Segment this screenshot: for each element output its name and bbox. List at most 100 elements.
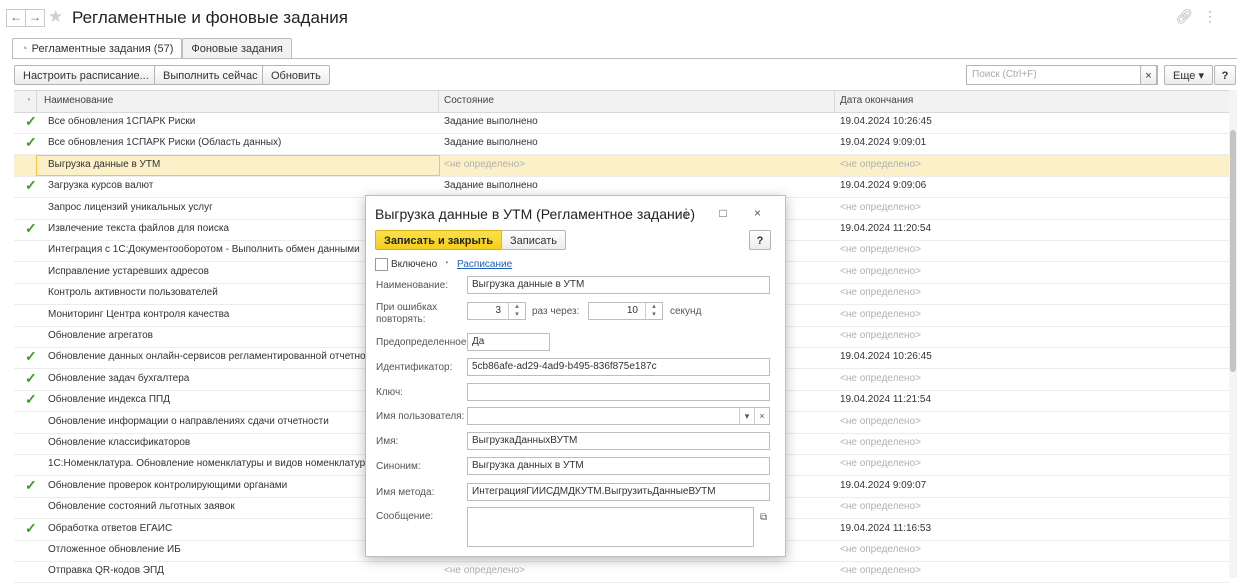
retry-interval-field[interactable]: 10 ▴ ▾ xyxy=(588,302,663,320)
page-title: Регламентные и фоновые задания xyxy=(72,8,348,27)
tabs: ◔ Регламентные задания (57) Фоновые задан… xyxy=(12,38,292,59)
identifier-field[interactable]: 5cb86afe-ad29-4ad9-b495-836f875e187c xyxy=(467,358,770,376)
cell-name: Выгрузка данные в УТМ xyxy=(48,159,161,170)
checkmark-icon: ✓ xyxy=(25,177,37,193)
cell-end-date: <не определено> xyxy=(840,544,921,555)
cell-end-date: <не определено> xyxy=(840,416,921,427)
method-name-label: Имя метода: xyxy=(376,487,435,498)
save-button[interactable]: Записать xyxy=(501,230,567,250)
retry-times-label: раз через: xyxy=(532,306,580,317)
favorite-star-icon[interactable]: ★ xyxy=(48,7,63,27)
back-arrow-icon[interactable]: ← xyxy=(6,9,26,27)
enabled-checkbox[interactable] xyxy=(375,258,388,271)
cell-end-date: <не определено> xyxy=(840,373,921,384)
retry-count-value: 3 xyxy=(495,305,501,316)
cell-end-date: 19.04.2024 9:09:01 xyxy=(840,137,927,148)
column-header-name[interactable]: Наименование xyxy=(44,95,113,106)
identifier-label: Идентификатор: xyxy=(376,362,453,373)
cell-end-date: <не определено> xyxy=(840,244,921,255)
cell-end-date: <не определено> xyxy=(840,437,921,448)
cell-state: Задание выполнено xyxy=(444,180,538,191)
more-menu-icon[interactable]: ⋮ xyxy=(1203,8,1227,24)
method-name-field[interactable]: ИнтеграцияГИИСДМДКУТМ.ВыгрузитьДанныеВУТ… xyxy=(467,483,770,501)
message-field[interactable] xyxy=(467,507,754,547)
retry-count-field[interactable]: 3 ▴ ▾ xyxy=(467,302,526,320)
search-placeholder: Поиск (Ctrl+F) xyxy=(972,69,1037,80)
clock-icon: ◔ xyxy=(25,95,32,106)
search-input[interactable]: Поиск (Ctrl+F) xyxy=(966,65,1158,85)
configure-schedule-button[interactable]: Настроить расписание... xyxy=(14,65,158,85)
cell-end-date: <не определено> xyxy=(840,458,921,469)
table-row[interactable]: Выгрузка данные в УТМ <не определено> <не … xyxy=(14,155,1229,177)
name-field[interactable]: Выгрузка данные в УТМ xyxy=(467,276,770,294)
checkmark-icon: ✓ xyxy=(25,134,37,150)
column-header-end-date[interactable]: Дата окончания xyxy=(840,95,913,106)
dropdown-icon[interactable]: ▾ xyxy=(739,408,754,424)
synonym-label: Синоним: xyxy=(376,461,421,472)
user-name-field[interactable]: ▾ × xyxy=(467,407,770,425)
cell-end-date: <не определено> xyxy=(840,565,921,576)
cell-state: <не определено> xyxy=(444,159,525,170)
clear-icon[interactable]: × xyxy=(754,408,769,424)
enabled-label: Включено xyxy=(391,259,438,270)
table-row[interactable]: Отправка QR-кодов ЭПД <не определено> <не … xyxy=(14,561,1229,583)
cell-end-date: <не определено> xyxy=(840,501,921,512)
more-button[interactable]: Еще ▾ xyxy=(1164,65,1213,85)
schedule-clock-icon: ◔ xyxy=(443,258,450,269)
clock-icon: ◔ xyxy=(21,43,28,55)
job-dialog: Выгрузка данные в УТМ (Регламентное зада… xyxy=(365,195,786,557)
cell-name: Отправка QR-кодов ЭПД xyxy=(48,565,164,576)
cell-end-date: 19.04.2024 10:26:45 xyxy=(840,116,932,127)
cell-end-date: <не определено> xyxy=(840,159,921,170)
tab-scheduled-jobs[interactable]: ◔ Регламентные задания (57) xyxy=(12,38,183,59)
checkmark-icon: ✓ xyxy=(25,113,37,129)
name2-field[interactable]: ВыгрузкаДанныхВУТМ xyxy=(467,432,770,450)
checkmark-icon: ✓ xyxy=(25,391,37,407)
search-clear-button[interactable]: × xyxy=(1140,65,1157,85)
name2-label: Имя: xyxy=(376,436,399,447)
cell-state: <не определено> xyxy=(444,565,525,576)
predefined-label: Предопределенное: xyxy=(376,337,470,348)
retry-label-line2: повторять: xyxy=(376,314,426,325)
cell-state: Задание выполнено xyxy=(444,116,538,127)
key-label: Ключ: xyxy=(376,387,403,398)
column-header-state[interactable]: Состояние xyxy=(444,95,494,106)
cell-end-date: 19.04.2024 9:09:07 xyxy=(840,480,927,491)
save-and-close-button[interactable]: Записать и закрыть xyxy=(375,230,503,250)
tab-label: Регламентные задания (57) xyxy=(31,43,174,55)
key-field[interactable] xyxy=(467,383,770,401)
checkmark-icon: ✓ xyxy=(25,520,37,536)
tab-label: Фоновые задания xyxy=(191,43,283,55)
cell-end-date: 19.04.2024 11:16:53 xyxy=(840,523,932,534)
synonym-field[interactable]: Выгрузка данных в УТМ xyxy=(467,457,770,475)
cell-name: Загрузка курсов валют xyxy=(48,180,154,191)
spinner-icon[interactable]: ▴ ▾ xyxy=(645,303,662,319)
cell-end-date: 19.04.2024 11:20:54 xyxy=(840,223,932,234)
table-row[interactable]: ✓ Все обновления 1СПАРК Риски Задание выпо… xyxy=(14,112,1229,134)
predefined-field: Да xyxy=(467,333,550,351)
tab-divider xyxy=(12,58,1237,59)
cell-name: Все обновления 1СПАРК Риски xyxy=(48,116,196,127)
dialog-help-button[interactable]: ? xyxy=(749,230,771,250)
seconds-label: секунд xyxy=(670,306,702,317)
open-editor-icon[interactable]: ⧉ xyxy=(760,512,767,523)
checkmark-icon: ✓ xyxy=(25,348,37,364)
cell-end-date: <не определено> xyxy=(840,287,921,298)
link-icon[interactable]: 🔗︎ xyxy=(1175,8,1203,24)
retry-interval-value: 10 xyxy=(626,305,638,316)
table-row[interactable]: ✓ Все обновления 1СПАРК Риски (Область да… xyxy=(14,133,1229,155)
scrollbar-thumb[interactable] xyxy=(1230,130,1236,372)
user-name-label: Имя пользователя: xyxy=(376,411,465,422)
run-now-button[interactable]: Выполнить сейчас xyxy=(154,65,267,85)
cell-state: Задание выполнено xyxy=(444,137,538,148)
cell-end-date: <не определено> xyxy=(840,202,921,213)
cell-end-date: 19.04.2024 10:26:45 xyxy=(840,351,932,362)
forward-arrow-icon[interactable]: → xyxy=(26,9,45,27)
spinner-icon[interactable]: ▴ ▾ xyxy=(508,303,525,319)
retry-label-line1: При ошибках xyxy=(376,302,438,313)
refresh-button[interactable]: Обновить xyxy=(262,65,330,85)
dialog-window-controls[interactable]: ⋮ □ × xyxy=(680,206,773,220)
help-button[interactable]: ? xyxy=(1214,65,1236,85)
tab-background-jobs[interactable]: Фоновые задания xyxy=(182,38,292,59)
schedule-link[interactable]: Расписание xyxy=(457,259,512,270)
